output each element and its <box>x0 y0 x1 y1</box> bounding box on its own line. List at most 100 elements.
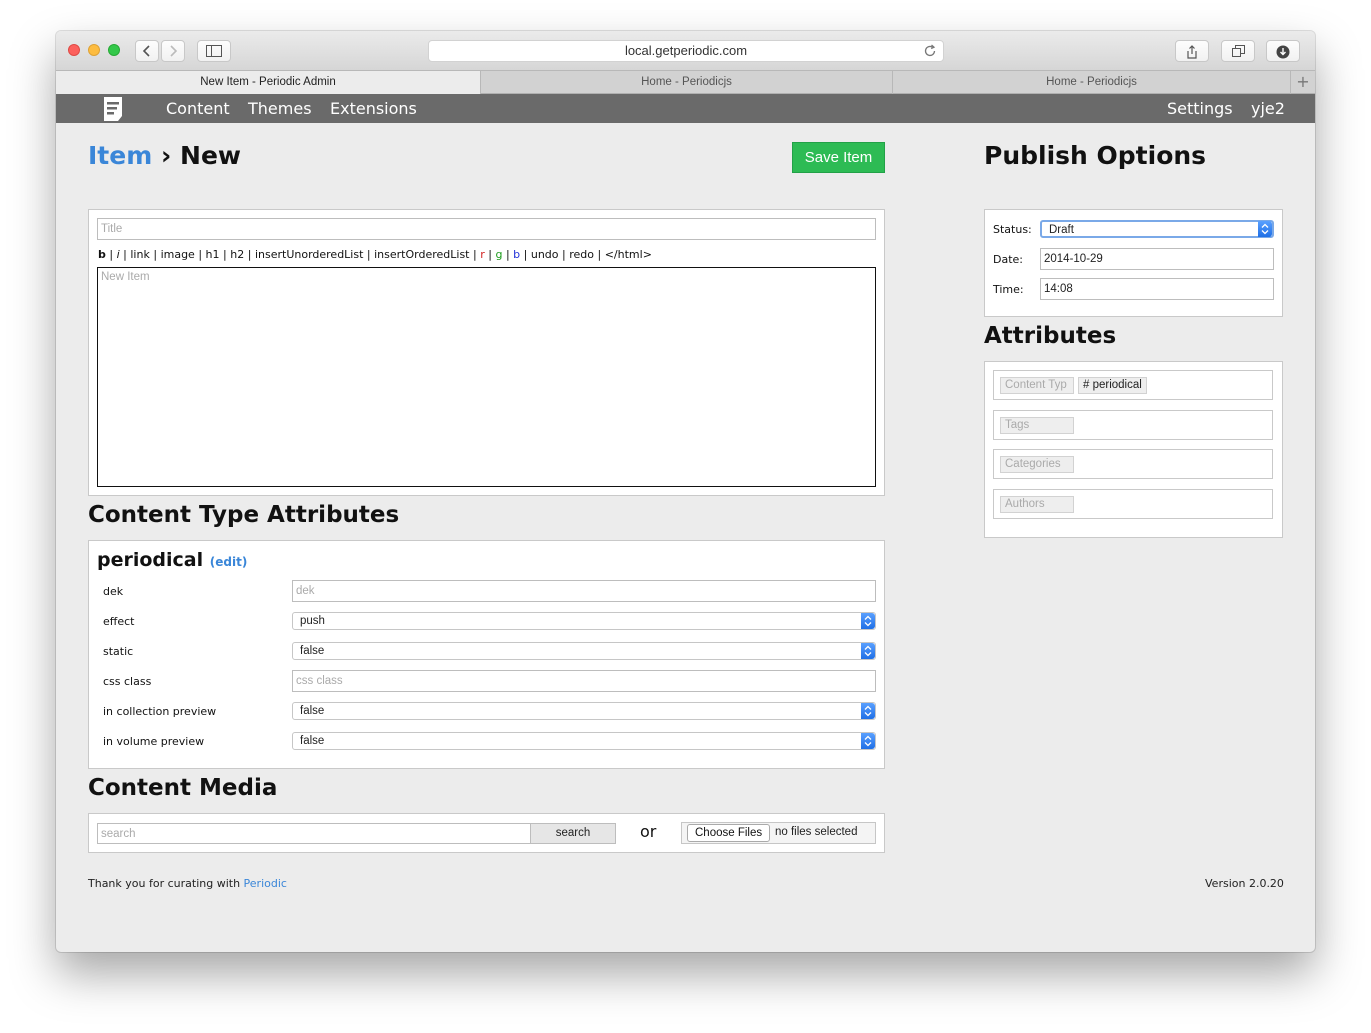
tab-home-2[interactable]: Home - Periodicjs <box>893 71 1291 94</box>
select-arrows-icon <box>861 703 875 719</box>
italic-button[interactable]: i <box>117 248 120 261</box>
publish-options-heading: Publish Options <box>984 141 1207 170</box>
status-select-value: Draft <box>1049 224 1074 236</box>
date-input[interactable]: 2014-10-29 <box>1040 248 1274 270</box>
unordered-list-button[interactable]: insertUnorderedList <box>255 248 363 261</box>
authors-field[interactable]: Authors <box>993 489 1273 519</box>
in-collection-preview-select[interactable]: false <box>292 702 876 720</box>
periodic-link[interactable]: Periodic <box>244 877 287 890</box>
select-arrows-icon <box>861 613 875 629</box>
nav-themes[interactable]: Themes <box>248 94 312 124</box>
bold-button[interactable]: b <box>98 248 106 261</box>
categories-input[interactable]: Categories <box>1000 456 1074 473</box>
publish-options-panel: Status: Draft Date: 2014-10-29 Time: 14:… <box>984 209 1283 317</box>
effect-select[interactable]: push <box>292 612 876 630</box>
nav-content[interactable]: Content <box>166 94 230 124</box>
field-label-effect: effect <box>103 615 135 628</box>
chevron-left-icon <box>142 45 150 57</box>
tab-title: Home - Periodicjs <box>641 76 732 88</box>
address-bar[interactable]: local.getperiodic.com <box>428 40 944 62</box>
downloads-button[interactable] <box>1266 40 1300 62</box>
or-label: or <box>640 822 657 841</box>
html-source-button[interactable]: </html> <box>605 248 652 261</box>
share-button[interactable] <box>1175 40 1209 62</box>
browser-toolbar: local.getperiodic.com <box>56 31 1315 70</box>
green-color-button[interactable]: g <box>495 248 502 261</box>
media-search-input[interactable]: search <box>97 823 531 844</box>
content-type-attributes-panel: periodical (edit) dek dek effect push st… <box>88 540 885 769</box>
choose-files-button[interactable]: Choose Files <box>687 824 771 842</box>
tags-field[interactable]: Tags <box>993 410 1273 440</box>
content-media-panel: search search or Choose Files no files s… <box>88 813 885 853</box>
undo-button[interactable]: undo <box>531 248 559 261</box>
nav-extensions[interactable]: Extensions <box>330 94 417 124</box>
content-type-name-text: periodical <box>97 549 204 571</box>
content-type-field[interactable]: Content Typ # periodical <box>993 370 1273 400</box>
field-label-css-class: css class <box>103 675 152 688</box>
static-select-value: false <box>300 645 325 657</box>
app-navbar: Content Themes Extensions Settings yje2 <box>56 94 1315 123</box>
media-search-button[interactable]: search <box>530 823 616 844</box>
breadcrumb-item-link[interactable]: Item <box>88 141 152 170</box>
file-picker: Choose Files no files selected <box>681 822 876 844</box>
close-window-button[interactable] <box>68 44 80 56</box>
select-arrows-icon <box>861 643 875 659</box>
time-input[interactable]: 14:08 <box>1040 278 1274 300</box>
blue-color-button[interactable]: b <box>513 248 520 261</box>
link-button[interactable]: link <box>130 248 149 261</box>
image-button[interactable]: image <box>161 248 195 261</box>
version-label: Version 2.0.20 <box>1205 877 1284 890</box>
chevron-right-icon <box>170 45 178 57</box>
nav-settings[interactable]: Settings <box>1167 94 1233 124</box>
tab-home-1[interactable]: Home - Periodicjs <box>481 71 893 94</box>
status-label: Status: <box>993 223 1032 236</box>
forward-button[interactable] <box>161 40 185 62</box>
in-volume-preview-select[interactable]: false <box>292 732 876 750</box>
red-color-button[interactable]: r <box>480 248 485 261</box>
dek-input[interactable]: dek <box>292 580 876 602</box>
breadcrumb-separator: › <box>160 141 172 170</box>
status-select[interactable]: Draft <box>1040 220 1274 238</box>
body-editor[interactable]: New Item <box>97 267 876 487</box>
download-icon <box>1276 45 1290 59</box>
field-label-in-collection-preview: in collection preview <box>103 705 217 718</box>
tags-input[interactable]: Tags <box>1000 417 1074 434</box>
select-arrows-icon <box>861 733 875 749</box>
edit-content-type-link[interactable]: (edit) <box>210 555 248 569</box>
h2-button[interactable]: h2 <box>230 248 244 261</box>
body-placeholder: New Item <box>101 271 150 283</box>
back-button[interactable] <box>135 40 159 62</box>
field-label-dek: dek <box>103 585 124 598</box>
footer-thanks-text: Thank you for curating with <box>88 877 241 890</box>
nav-user[interactable]: yje2 <box>1251 94 1285 124</box>
url-text: local.getperiodic.com <box>624 43 748 58</box>
time-label: Time: <box>993 283 1024 296</box>
minimize-window-button[interactable] <box>88 44 100 56</box>
h1-button[interactable]: h1 <box>206 248 220 261</box>
field-label-static: static <box>103 645 134 658</box>
share-icon <box>1187 45 1197 59</box>
save-item-button[interactable]: Save Item <box>792 142 885 173</box>
content-type-input[interactable]: Content Typ <box>1000 377 1074 394</box>
sidebar-toggle-button[interactable] <box>197 40 231 62</box>
static-select[interactable]: false <box>292 642 876 660</box>
authors-input[interactable]: Authors <box>1000 496 1074 513</box>
attributes-heading: Attributes <box>984 323 1117 349</box>
show-tabs-button[interactable] <box>1221 40 1255 62</box>
zoom-window-button[interactable] <box>108 44 120 56</box>
browser-window: local.getperiodic.com New Item - Periodi… <box>56 31 1315 952</box>
tab-new-item[interactable]: New Item - Periodic Admin <box>56 71 481 94</box>
periodic-logo-icon[interactable] <box>102 96 124 122</box>
ordered-list-button[interactable]: insertOrderedList <box>374 248 469 261</box>
css-class-input[interactable]: css class <box>292 670 876 692</box>
reload-icon[interactable] <box>923 44 937 58</box>
in-volume-preview-value: false <box>300 735 325 747</box>
tabs-icon <box>1231 45 1245 57</box>
new-tab-button[interactable]: + <box>1291 71 1315 94</box>
categories-field[interactable]: Categories <box>993 449 1273 479</box>
redo-button[interactable]: redo <box>569 248 594 261</box>
field-label-in-volume-preview: in volume preview <box>103 735 205 748</box>
attributes-panel: Content Typ # periodical Tags Categories… <box>984 361 1283 538</box>
title-input[interactable]: Title <box>97 218 876 240</box>
content-type-chip[interactable]: # periodical <box>1078 377 1147 394</box>
